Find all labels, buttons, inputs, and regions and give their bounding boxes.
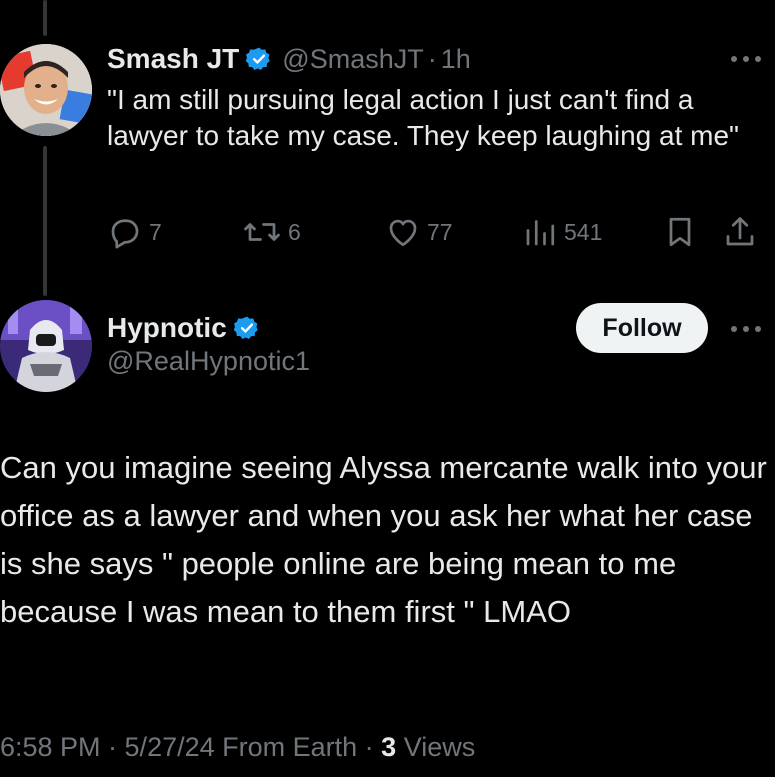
tweet-header: Smash JT @SmashJT · 1h [107,40,471,78]
avatar-image [0,44,92,136]
avatar-image [0,300,92,392]
thread-connector-line [43,0,47,36]
tweet-time[interactable]: 1h [441,44,471,75]
views-button[interactable]: 541 [522,214,602,250]
follow-button[interactable]: Follow [576,303,708,353]
bookmark-button[interactable] [662,214,698,250]
tweet-metadata: 6:58 PM · 5/27/24 From Earth · 3 Views [0,732,475,763]
tweet-action-bar: 7 6 77 541 [107,214,762,250]
reply-count: 7 [149,218,162,245]
share-button[interactable] [722,214,758,250]
repost-icon [244,223,280,241]
heart-icon [389,219,417,247]
tweet-text: "I am still pursuing legal action I just… [107,84,739,151]
separator-dot: · [427,43,437,74]
more-options-icon[interactable] [728,322,764,334]
thread-connector-line [43,146,47,296]
like-count: 77 [427,218,453,245]
avatar-smashjt[interactable] [0,44,92,136]
bookmark-icon [669,217,691,247]
views-count: 3 [381,732,397,762]
tweet-timestamp[interactable]: 6:58 PM · 5/27/24 From Earth · [0,732,381,762]
views-count: 541 [564,218,603,245]
tweet-text: Can you imagine seeing Alyssa mercante w… [0,450,767,629]
repost-count: 6 [288,218,301,245]
views-label: Views [396,732,476,762]
repost-button[interactable]: 6 [242,214,301,250]
handle[interactable]: @RealHypnotic1 [107,346,310,377]
verified-badge-icon [245,46,272,72]
handle[interactable]: @SmashJT [282,44,423,75]
avatar-hypnotic[interactable] [0,300,92,392]
reply-button[interactable]: 7 [107,214,162,250]
like-button[interactable]: 77 [385,214,453,250]
tweet-header: Hypnotic [107,310,260,346]
display-name[interactable]: Smash JT [107,43,239,75]
views-chart-icon [526,220,555,246]
display-name[interactable]: Hypnotic [107,312,227,344]
reply-icon [111,219,139,249]
verified-badge-icon [233,315,260,341]
more-options-icon[interactable] [728,52,764,64]
share-icon [726,217,754,246]
tweet-thread: Smash JT @SmashJT · 1h "I am still pursu… [0,0,775,777]
